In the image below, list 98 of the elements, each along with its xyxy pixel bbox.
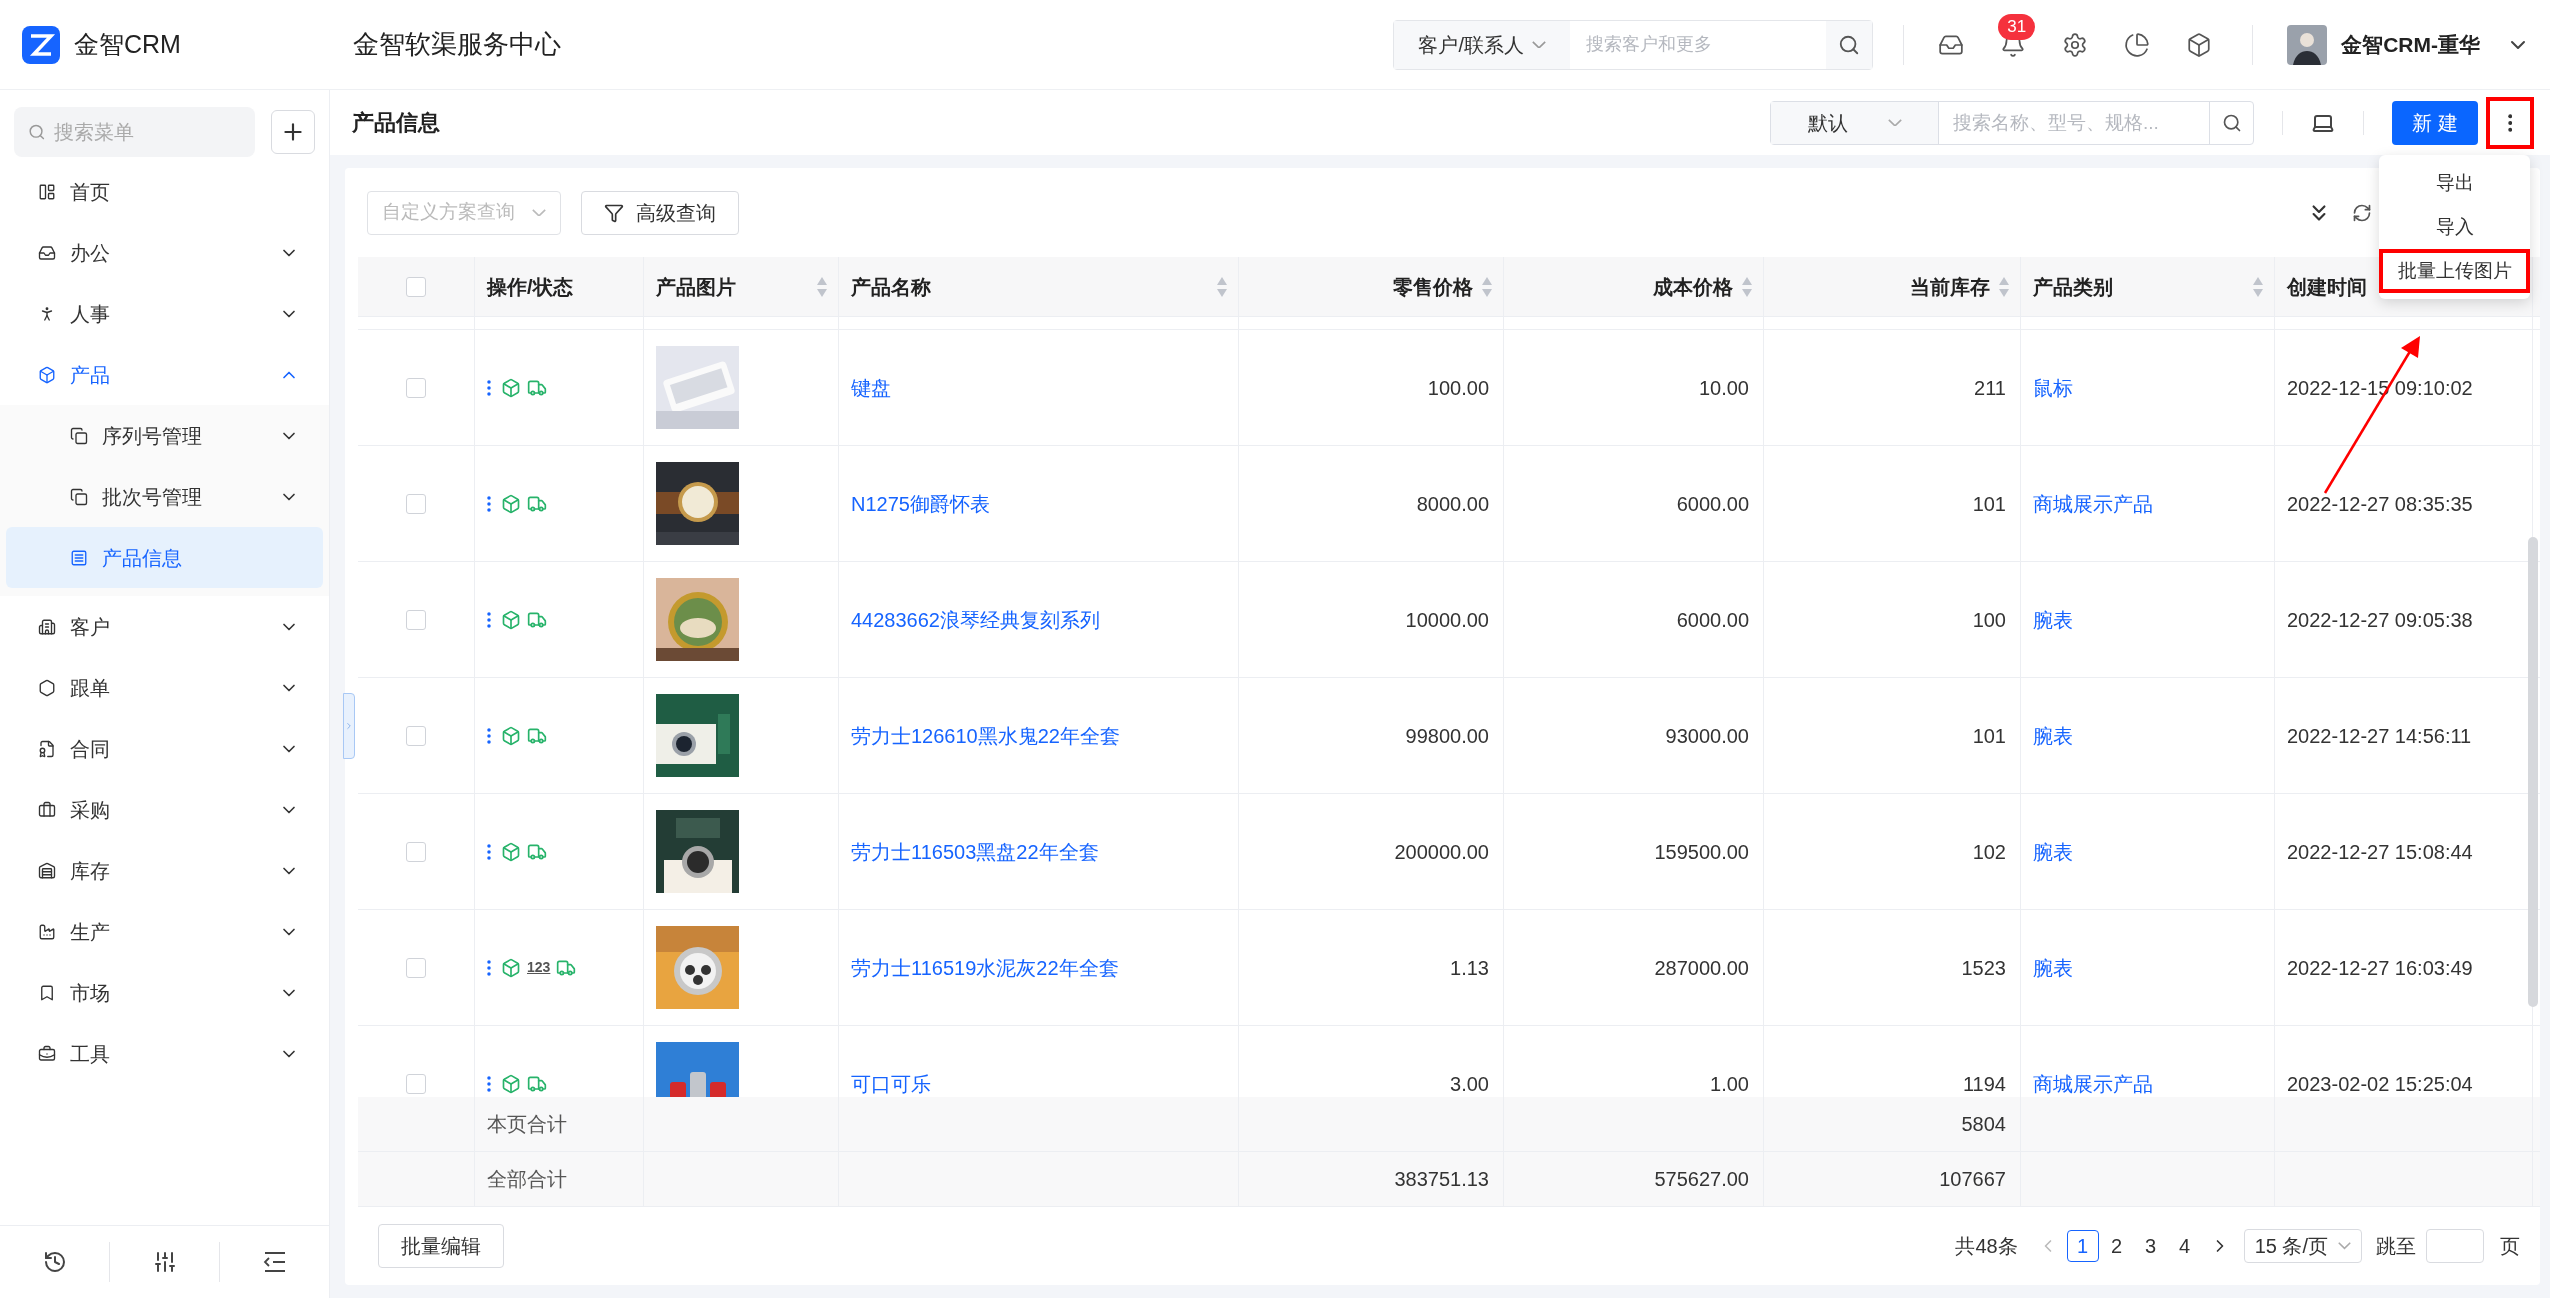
search-bar[interactable]: 客户/联系人 搜索客户和更多	[1393, 19, 1874, 70]
column-header: 成本价格	[1653, 274, 1733, 300]
stock-count: 102	[1972, 839, 2006, 865]
sidebar-item[interactable]: 工具	[0, 1023, 329, 1084]
stock-count: 101	[1972, 723, 2006, 749]
cost-price: 287000.00	[1654, 955, 1749, 981]
view-select[interactable]: 默认	[1771, 101, 1939, 144]
menu-item[interactable]: 导入	[2379, 205, 2530, 249]
sidebar-item[interactable]: 首页	[0, 161, 329, 222]
cost-price: 1.00	[1710, 1071, 1749, 1097]
created-time: 2022-12-27 09:05:38	[2287, 607, 2473, 633]
column-header: 产品类别	[2033, 274, 2114, 300]
advanced-query-button[interactable]: 高级查询	[581, 190, 739, 235]
sidebar-item[interactable]: 市场	[0, 962, 329, 1023]
category-link[interactable]: 商城展示产品	[2033, 488, 2153, 519]
product-name-link[interactable]: 劳力士126610黑水鬼22年全套	[851, 720, 1120, 751]
summary-label: 本页合计	[487, 1112, 567, 1137]
app-title: 金智软渠服务中心	[353, 28, 562, 61]
column-header: 零售价格	[1393, 274, 1473, 300]
jump-label: 跳至	[2376, 1234, 2416, 1259]
page-suffix: 页	[2500, 1234, 2520, 1259]
notification-badge: 31	[1998, 13, 2036, 40]
page-button[interactable]: 3	[2134, 1230, 2167, 1262]
product-name-link[interactable]: 可口可乐	[851, 1068, 931, 1097]
created-time: 2022-12-27 15:08:44	[2287, 839, 2473, 865]
summary-label: 全部合计	[487, 1167, 567, 1192]
retail-price: 99800.00	[1405, 723, 1489, 749]
product-search-field[interactable]: 搜索名称、型号、规格...	[1939, 101, 2209, 144]
page-size-select[interactable]: 15 条/页	[2243, 1229, 2362, 1263]
serial-tag[interactable]: 123	[527, 957, 551, 978]
page-button[interactable]: 1	[2066, 1230, 2099, 1262]
stock-total: 107667	[1939, 1167, 2006, 1192]
page-button[interactable]: 2	[2100, 1230, 2133, 1262]
sidebar-item[interactable]: 客户	[0, 596, 329, 657]
product-name-link[interactable]: N1275御爵怀表	[851, 488, 990, 519]
brand-name: 金智CRM	[74, 28, 181, 60]
user-name[interactable]: 金智CRM-重华	[2341, 28, 2480, 61]
sidebar-item[interactable]: 批次号管理	[0, 466, 329, 527]
category-link[interactable]: 腕表	[2033, 952, 2073, 983]
menu-search-field[interactable]: 搜索菜单	[14, 107, 256, 157]
retail-price: 10000.00	[1405, 607, 1489, 633]
cost-price: 10.00	[1698, 375, 1749, 401]
retail-price: 1.13	[1450, 955, 1489, 981]
product-name-link[interactable]: 键盘	[851, 372, 891, 403]
menu-search-input[interactable]: 搜索菜单	[53, 117, 242, 147]
sidebar-item[interactable]: 产品信息	[6, 527, 323, 588]
stock-count: 1523	[1961, 955, 2006, 981]
cost-price: 6000.00	[1676, 491, 1749, 517]
sidebar-item[interactable]: 办公	[0, 222, 329, 283]
stock-count: 101	[1972, 491, 2006, 517]
sidebar-item[interactable]: 合同	[0, 718, 329, 779]
cost-price: 6000.00	[1676, 607, 1749, 633]
scope-select[interactable]: 客户/联系人	[1394, 20, 1571, 69]
stock-total: 5804	[1961, 1112, 2006, 1137]
stock-count: 211	[1974, 375, 2006, 401]
page-title: 产品信息	[352, 109, 441, 137]
product-name-link[interactable]: 劳力士116503黑盘22年全套	[851, 836, 1099, 867]
sidebar-item[interactable]: 产品	[0, 344, 329, 405]
cost-price-total: 575627.00	[1654, 1167, 1749, 1192]
column-header: 产品图片	[656, 274, 737, 300]
column-header: 当前库存	[1910, 274, 1990, 300]
search-field[interactable]: 搜索客户和更多	[1570, 20, 1827, 69]
category-link[interactable]: 鼠标	[2033, 372, 2073, 403]
created-time: 2022-12-27 14:56:11	[2287, 723, 2472, 749]
sidebar-item[interactable]: 序列号管理	[0, 405, 329, 466]
sidebar-item[interactable]: 跟单	[0, 657, 329, 718]
menu-item[interactable]: 批量上传图片	[2379, 249, 2530, 293]
product-name-link[interactable]: 劳力士116519水泥灰22年全套	[851, 952, 1119, 983]
category-link[interactable]: 腕表	[2033, 720, 2073, 751]
created-time: 2023-02-02 15:25:04	[2287, 1071, 2473, 1097]
stock-count: 1194	[1963, 1071, 2006, 1097]
category-link[interactable]: 商城展示产品	[2033, 1068, 2153, 1097]
sidebar-item[interactable]: 人事	[0, 283, 329, 344]
total-count: 共48条	[1955, 1234, 2018, 1259]
retail-price: 8000.00	[1416, 491, 1489, 517]
page-button[interactable]: 4	[2168, 1230, 2201, 1262]
created-time: 2022-12-27 16:03:49	[2287, 955, 2473, 981]
created-time: 2022-12-27 08:35:35	[2287, 491, 2473, 517]
cost-price: 93000.00	[1665, 723, 1749, 749]
retail-price: 200000.00	[1394, 839, 1489, 865]
cost-price: 159500.00	[1654, 839, 1749, 865]
sidebar-item[interactable]: 库存	[0, 840, 329, 901]
category-link[interactable]: 腕表	[2033, 604, 2073, 635]
column-header: 操作/状态	[487, 274, 574, 300]
batch-edit-button[interactable]: 批量编辑	[378, 1224, 504, 1268]
created-time: 2022-12-15 09:10:02	[2287, 375, 2473, 401]
new-button[interactable]: 新 建	[2392, 100, 2478, 145]
stock-count: 100	[1972, 607, 2006, 633]
retail-price: 3.00	[1450, 1071, 1489, 1097]
product-name-link[interactable]: 44283662浪琴经典复刻系列	[851, 604, 1100, 635]
product-search-bar[interactable]: 默认 搜索名称、型号、规格...	[1770, 100, 2254, 145]
sidebar-item[interactable]: 生产	[0, 901, 329, 962]
retail-price-total: 383751.13	[1394, 1167, 1489, 1192]
sidebar-item[interactable]: 采购	[0, 779, 329, 840]
column-header: 产品名称	[851, 274, 932, 300]
retail-price: 100.00	[1427, 375, 1489, 401]
category-link[interactable]: 腕表	[2033, 836, 2073, 867]
menu-item[interactable]: 导出	[2379, 161, 2530, 205]
